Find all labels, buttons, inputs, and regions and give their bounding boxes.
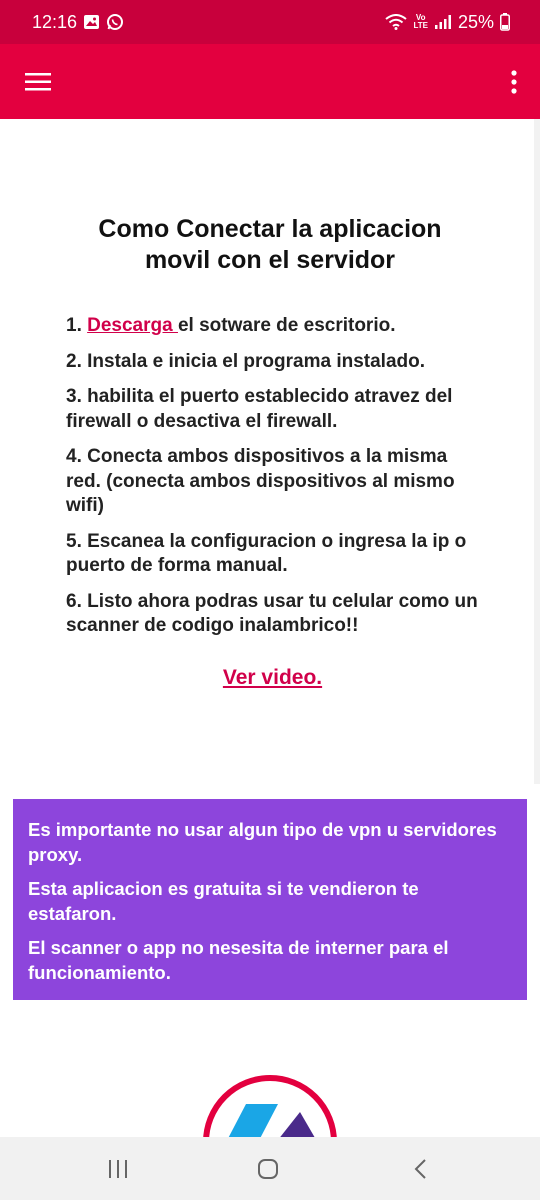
battery-percent: 25%: [457, 11, 494, 32]
hamburger-menu-icon[interactable]: [18, 62, 58, 102]
step-1: 1. Descarga el sotware de escritorio.: [66, 315, 396, 336]
step-5: 5. Escanea la configuracion o ingresa la…: [66, 530, 467, 577]
video-link[interactable]: Ver video.: [0, 666, 540, 690]
status-left: 12:16: [32, 12, 124, 33]
app-logo: [200, 1072, 340, 1142]
notice-offline: El scanner o app no nesesita de interner…: [28, 937, 449, 983]
whatsapp-icon: [106, 13, 124, 31]
notice-vpn: Es importante no usar algun tipo de vpn …: [28, 819, 497, 865]
status-time: 12:16: [32, 11, 78, 32]
notice-box: Es importante no usar algun tipo de vpn …: [13, 799, 527, 1000]
download-link[interactable]: Descarga: [87, 315, 178, 336]
battery-icon: [500, 13, 510, 31]
app-bar: [0, 44, 540, 119]
step-2: 2. Instala e inicia el programa instalad…: [66, 350, 426, 372]
recents-icon[interactable]: [98, 1153, 138, 1185]
home-icon[interactable]: [248, 1153, 288, 1185]
notice-free: Esta aplicacion es gratuita si te vendie…: [28, 878, 419, 924]
gallery-icon: [83, 14, 100, 30]
wifi-icon: [385, 14, 408, 30]
volte-icon: Vo LTE: [413, 13, 428, 30]
more-vertical-icon[interactable]: [500, 62, 528, 102]
step-4: 4. Conecta ambos dispositivos a la misma…: [66, 446, 455, 516]
step-6: 6. Listo ahora podras usar tu celular co…: [66, 590, 478, 637]
status-bar: 12:16 Vo LTE 25%: [0, 0, 540, 44]
title-line-1: Como Conectar la aplicacion: [98, 215, 442, 243]
signal-icon: [434, 14, 452, 30]
page-title: Como Conectar la aplicacion movil con el…: [70, 214, 470, 276]
step-3: 3. habilita el puerto establecido atrave…: [66, 386, 453, 432]
status-right: Vo LTE 25%: [385, 12, 510, 33]
back-icon[interactable]: [400, 1153, 440, 1185]
title-line-2: movil con el servidor: [144, 246, 396, 274]
system-nav-bar: [0, 1137, 540, 1200]
steps-list: 1. Descarga el sotware de escritorio. 2.…: [66, 314, 486, 650]
